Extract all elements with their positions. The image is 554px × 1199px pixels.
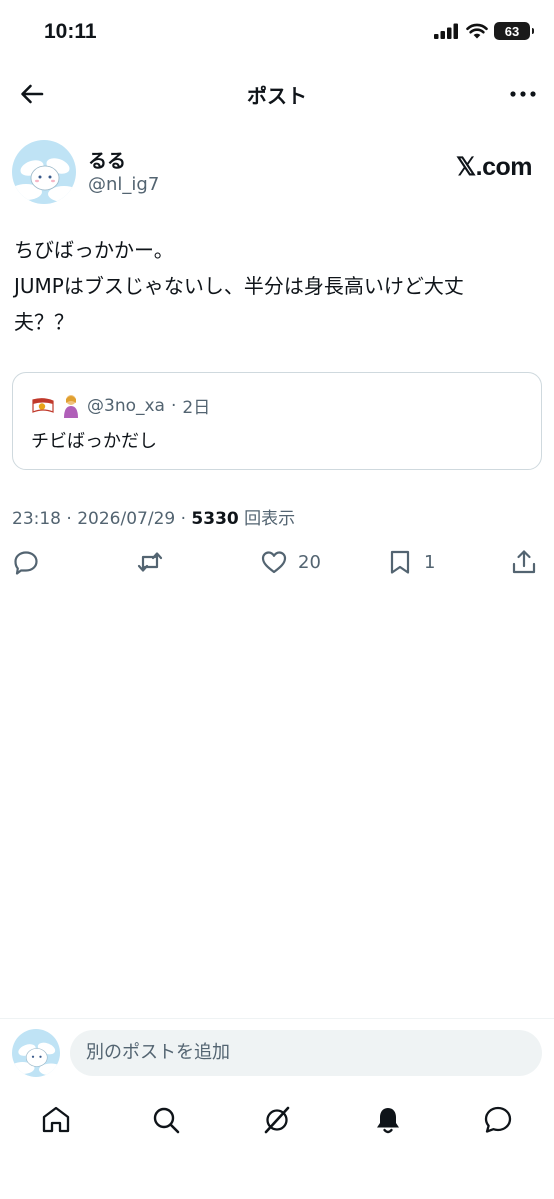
bottom-tab-bar	[0, 1090, 554, 1150]
notifications-icon	[377, 1108, 399, 1134]
my-avatar	[12, 1029, 60, 1077]
reply-input[interactable]: 別のポストを追加	[70, 1030, 542, 1076]
more-icon	[510, 91, 536, 97]
post-header: ポスト	[0, 66, 554, 122]
post-actions: 20 1	[0, 544, 554, 584]
avatar-image	[12, 140, 76, 204]
signal-icon	[434, 23, 458, 39]
author-row: るる @nl_ig7 𝕏.com	[12, 140, 542, 204]
views-count[interactable]: 5330	[191, 509, 238, 529]
page-title: ポスト	[247, 84, 307, 108]
reply-bar: 別のポストを追加	[0, 1019, 554, 1087]
separator-dot: ·	[180, 509, 192, 529]
author-name[interactable]: るる	[88, 146, 126, 173]
share-icon	[512, 550, 536, 574]
post-text: ちびばっかかー。 JUMPはブスじゃないし、半分は身長高いけど大丈 夫？？	[14, 232, 542, 340]
more-button[interactable]	[508, 80, 538, 108]
xcom-watermark: 𝕏.com	[456, 153, 533, 181]
tab-messages[interactable]	[482, 1104, 514, 1136]
bookmark-count: 1	[424, 551, 436, 573]
separator-dot: ·	[66, 509, 78, 529]
quoted-age: 2日	[182, 398, 211, 418]
author-handle[interactable]: @nl_ig7	[88, 174, 159, 195]
like-button[interactable]: 20	[260, 548, 321, 576]
avatar-image	[12, 1029, 60, 1077]
like-icon	[261, 551, 287, 574]
views-label: 回表示	[244, 509, 296, 529]
messages-icon	[484, 1106, 512, 1133]
share-button[interactable]	[510, 548, 538, 576]
quoted-post-header: @3no_xa · 2日	[31, 393, 210, 418]
flag-avatar-icon	[32, 397, 54, 413]
wifi-icon	[466, 23, 488, 39]
grok-icon	[264, 1106, 290, 1134]
tab-notifications[interactable]	[372, 1104, 404, 1136]
bookmark-icon	[390, 550, 410, 574]
status-bar: 10:11 63	[0, 0, 554, 66]
status-time: 10:11	[44, 20, 97, 43]
repost-icon	[137, 552, 163, 572]
post-date: 2026/07/29	[77, 509, 176, 529]
battery-indicator: 63	[494, 22, 534, 40]
quoted-handle[interactable]: @3no_xa	[87, 396, 165, 416]
tab-search[interactable]	[150, 1104, 182, 1136]
tab-home[interactable]	[40, 1104, 72, 1136]
repost-button[interactable]	[136, 548, 164, 576]
author-avatar[interactable]	[12, 140, 76, 204]
person-emoji-icon	[64, 394, 78, 418]
reply-icon	[14, 551, 38, 575]
search-icon	[153, 1107, 180, 1134]
quoted-post[interactable]: @3no_xa · 2日 チビばっかだし	[12, 372, 542, 470]
post-meta: 23:18 · 2026/07/29 · 5330 回表示	[12, 504, 295, 529]
reply-button[interactable]	[12, 548, 40, 576]
post-line: JUMPはブスじゃないし、半分は身長高いけど大丈	[14, 274, 464, 298]
tab-grok[interactable]	[261, 1104, 293, 1136]
quoted-text: チビばっかだし	[31, 431, 157, 452]
post-time: 23:18	[12, 509, 61, 529]
separator-dot: ·	[170, 395, 177, 416]
home-icon	[42, 1106, 70, 1133]
bookmark-button[interactable]: 1	[386, 548, 435, 576]
status-icons: 63	[434, 22, 534, 40]
like-count: 20	[298, 551, 321, 573]
post-line: ちびばっかかー。	[14, 238, 174, 262]
post-line: 夫？？	[14, 310, 74, 334]
